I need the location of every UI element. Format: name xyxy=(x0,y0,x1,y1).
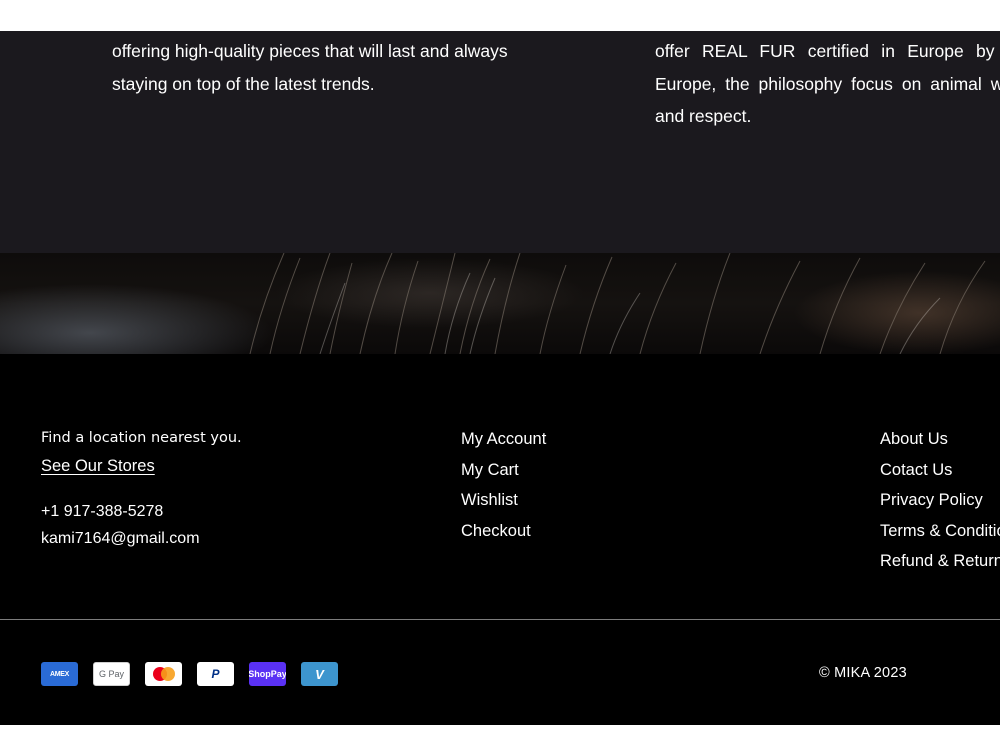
about-us-link[interactable]: About Us xyxy=(880,429,1000,449)
venmo-label: V xyxy=(315,666,324,682)
mastercard-icon xyxy=(145,662,182,686)
refund-returns-link[interactable]: Refund & Returns xyxy=(880,551,1000,571)
amex-label: AMEX xyxy=(49,670,70,678)
site-footer: Find a location nearest you. See Our Sto… xyxy=(0,354,1000,725)
about-right-column: offer REAL FUR certified in Europe by Sa… xyxy=(655,35,1000,133)
email-address[interactable]: kami7164@gmail.com xyxy=(41,529,401,549)
footer-divider xyxy=(0,619,1000,620)
venmo-icon: V xyxy=(301,662,338,686)
contact-us-link[interactable]: Cotact Us xyxy=(880,460,1000,480)
google-pay-icon: G Pay xyxy=(93,662,130,686)
footer-account-links: My Account My Cart Wishlist Checkout xyxy=(461,429,546,551)
terms-conditions-link[interactable]: Terms & Conditions xyxy=(880,521,1000,541)
privacy-policy-link[interactable]: Privacy Policy xyxy=(880,490,1000,510)
about-left-text: offering high-quality pieces that will l… xyxy=(112,41,508,94)
wishlist-link[interactable]: Wishlist xyxy=(461,490,546,510)
shop-pay-label: ShopPay xyxy=(249,669,286,679)
about-left-column: offering high-quality pieces that will l… xyxy=(112,35,552,100)
google-pay-label: G Pay xyxy=(98,669,124,679)
footer-info-links: About Us Cotact Us Privacy Policy Terms … xyxy=(880,429,1000,582)
checkout-link[interactable]: Checkout xyxy=(461,521,546,541)
payment-methods: AMEX G Pay P ShopPay V xyxy=(41,662,338,686)
phone-number[interactable]: +1 917-388-5278 xyxy=(41,502,401,522)
my-cart-link[interactable]: My Cart xyxy=(461,460,546,480)
about-section: offering high-quality pieces that will l… xyxy=(0,31,1000,253)
footer-contact-column: Find a location nearest you. See Our Sto… xyxy=(41,429,401,549)
my-account-link[interactable]: My Account xyxy=(461,429,546,449)
see-our-stores-link[interactable]: See Our Stores xyxy=(41,457,155,476)
amex-icon: AMEX xyxy=(41,662,78,686)
fur-texture xyxy=(249,253,986,354)
paypal-icon: P xyxy=(197,662,234,686)
top-page-edge xyxy=(0,0,1000,31)
about-right-text: offer REAL FUR certified in Europe by Sa… xyxy=(655,41,1000,126)
copyright-text: © MIKA 2023 xyxy=(819,665,907,681)
fur-banner-image xyxy=(0,253,1000,354)
shop-pay-icon: ShopPay xyxy=(249,662,286,686)
store-locator-tagline: Find a location nearest you. xyxy=(41,430,242,446)
paypal-label: P xyxy=(211,667,220,681)
bottom-page-edge xyxy=(0,725,1000,749)
